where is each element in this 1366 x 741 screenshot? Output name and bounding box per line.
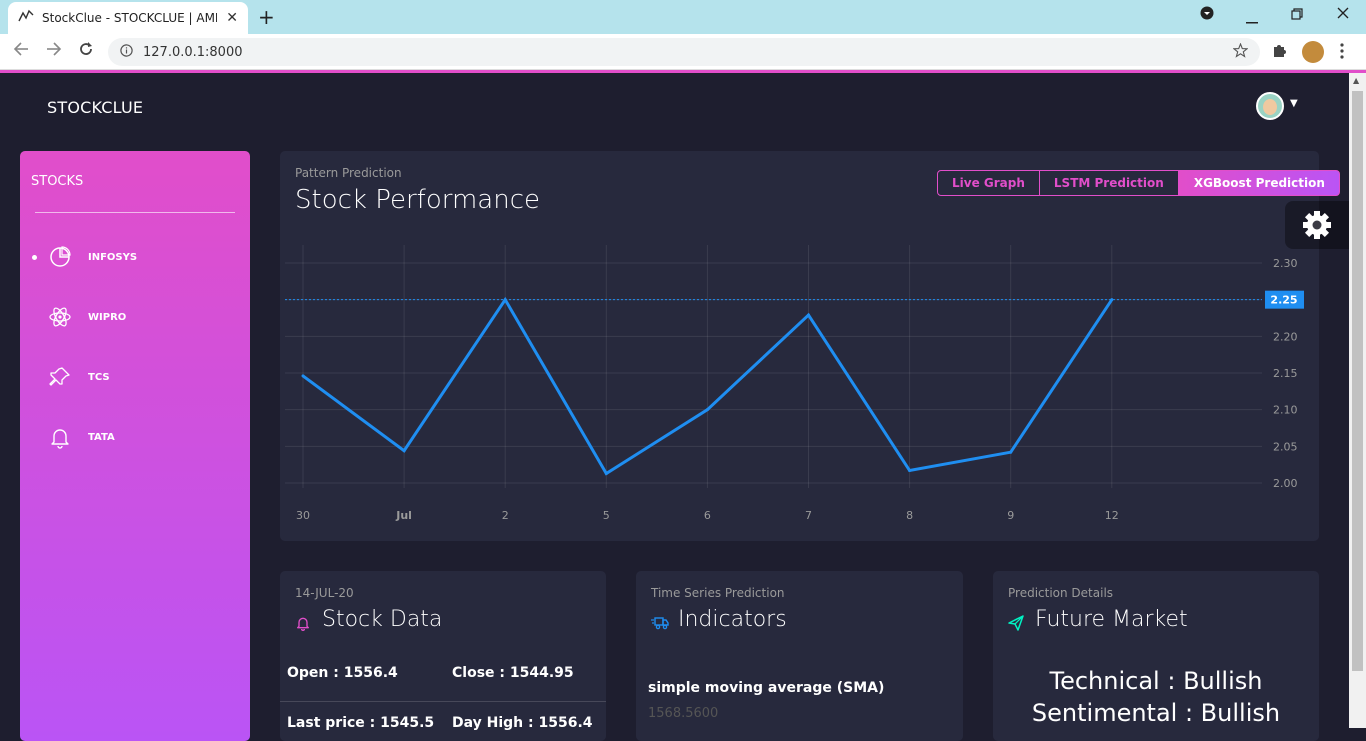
xgboost-prediction-button[interactable]: XGBoost Prediction [1178, 170, 1340, 196]
app-brand[interactable]: STOCKCLUE [47, 98, 143, 117]
data-point [402, 449, 406, 453]
new-tab-button[interactable]: + [258, 5, 275, 29]
card-title: Stock Performance [295, 185, 540, 215]
restore-icon[interactable] [1291, 8, 1303, 24]
browser-profile-avatar[interactable] [1302, 41, 1324, 63]
site-info-icon[interactable] [120, 44, 133, 60]
future-market-title: Future Market [1035, 607, 1188, 632]
x-tick-label: 7 [805, 509, 812, 522]
future-market-category: Prediction Details [1008, 586, 1114, 600]
technical-outlook: Technical : Bullish [1049, 667, 1263, 695]
bell-icon [48, 425, 72, 449]
sidebar-item-tcs[interactable]: TCS [20, 362, 250, 392]
sma-value: 1568.5600 [648, 706, 719, 721]
x-tick-label: 9 [1007, 509, 1014, 522]
scrollbar-thumb[interactable] [1352, 91, 1363, 671]
y-tick-label: 2.15 [1273, 367, 1298, 380]
back-arrow-icon[interactable] [13, 41, 29, 62]
sidebar-item-label: TCS [88, 371, 110, 383]
stock-data-date: 14-JUL-20 [295, 586, 354, 600]
data-point [503, 298, 507, 302]
data-point [301, 374, 305, 378]
stock-data-title: Stock Data [322, 607, 443, 632]
bookmark-star-icon[interactable] [1232, 42, 1249, 62]
bell-icon [295, 614, 311, 636]
x-tick-label: 6 [704, 509, 711, 522]
close-tab-icon[interactable]: ✕ [226, 10, 238, 26]
day-high: Day High : 1556.4 [452, 715, 593, 731]
open-price: Open : 1556.4 [287, 665, 398, 681]
x-tick-label: 30 [296, 509, 310, 522]
minimize-icon[interactable] [1246, 12, 1258, 28]
data-point [807, 313, 810, 317]
x-tick-label: 2 [502, 509, 509, 522]
x-tick-label: Jul [395, 509, 412, 522]
x-tick-label: 8 [906, 509, 913, 522]
atom-icon [48, 305, 72, 329]
data-point [604, 471, 608, 475]
live-graph-button[interactable]: Live Graph [937, 170, 1040, 196]
url-field[interactable]: 127.0.0.1:8000 [108, 38, 1260, 66]
indicators-title: Indicators [678, 607, 787, 632]
browser-tab-title: StockClue - STOCKCLUE | AMPro [42, 11, 217, 25]
stock-data-divider [280, 701, 606, 702]
page-scrollbar[interactable]: ▲ [1349, 73, 1366, 728]
y-tick-label: 2.10 [1273, 404, 1298, 417]
sentimental-outlook: Sentimental : Bullish [1031, 699, 1281, 727]
active-indicator-dot [32, 254, 37, 260]
forward-arrow-icon[interactable] [46, 41, 62, 62]
reload-icon[interactable] [78, 41, 94, 62]
chrome-menu-icon[interactable] [1200, 6, 1214, 24]
x-tick-label: 5 [603, 509, 610, 522]
close-price: Close : 1544.95 [452, 665, 574, 681]
browser-address-bar: 127.0.0.1:8000 [0, 34, 1366, 70]
top-accent-line [0, 70, 1366, 73]
sidebar-item-label: INFOSYS [88, 251, 138, 263]
pin-icon [48, 365, 72, 389]
sidebar-title[interactable]: STOCKS [31, 174, 83, 189]
stock-line-chart: 2.30 2.20 2.15 2.10 2.05 2.00 30 Jul 2 5 6 7 8 9 12 2.2… [285, 245, 1304, 522]
scroll-up-arrow-icon[interactable]: ▲ [1353, 76, 1359, 85]
browser-tab-bar: StockClue - STOCKCLUE | AMPro ✕ + [0, 0, 1366, 34]
data-point [1009, 450, 1013, 454]
prediction-button-group: Live Graph LSTM Prediction XGBoost Predi… [937, 170, 1340, 196]
card-category: Pattern Prediction [295, 166, 402, 180]
y-tick-label: 2.30 [1273, 257, 1298, 270]
current-value-label: 2.25 [1270, 294, 1297, 307]
url-text: 127.0.0.1:8000 [143, 44, 243, 60]
sidebar-divider [35, 212, 235, 213]
data-point [705, 408, 709, 412]
extensions-puzzle-icon[interactable] [1271, 42, 1287, 62]
sidebar-item-wipro[interactable]: WIPRO [20, 302, 250, 332]
delivery-truck-icon [651, 615, 669, 635]
sidebar-item-tata[interactable]: TATA [20, 422, 250, 452]
x-tick-label: 12 [1105, 509, 1119, 522]
sidebar: STOCKS INFOSYS WIPRO TCS TATA [20, 151, 250, 741]
more-menu-icon[interactable] [1340, 43, 1344, 63]
user-avatar[interactable] [1256, 92, 1284, 120]
sma-label: simple moving average (SMA) [648, 680, 885, 696]
caret-down-icon[interactable]: ▼ [1290, 98, 1298, 109]
stock-trend-icon [18, 9, 34, 27]
close-window-icon[interactable] [1337, 7, 1349, 23]
pie-chart-icon [48, 245, 72, 269]
last-price: Last price : 1545.5 [287, 715, 435, 731]
sidebar-item-label: WIPRO [88, 311, 127, 323]
y-tick-label: 2.00 [1273, 477, 1298, 490]
indicators-category: Time Series Prediction [651, 586, 785, 600]
y-tick-label: 2.05 [1273, 440, 1298, 453]
sidebar-item-infosys[interactable]: INFOSYS [20, 242, 250, 272]
lstm-prediction-button[interactable]: LSTM Prediction [1039, 170, 1179, 196]
sidebar-item-label: TATA [88, 431, 115, 443]
send-icon [1007, 614, 1025, 636]
data-point [1110, 298, 1114, 302]
data-point [908, 469, 912, 473]
y-tick-label: 2.20 [1273, 330, 1298, 343]
browser-tab[interactable]: StockClue - STOCKCLUE | AMPro ✕ [8, 2, 248, 34]
